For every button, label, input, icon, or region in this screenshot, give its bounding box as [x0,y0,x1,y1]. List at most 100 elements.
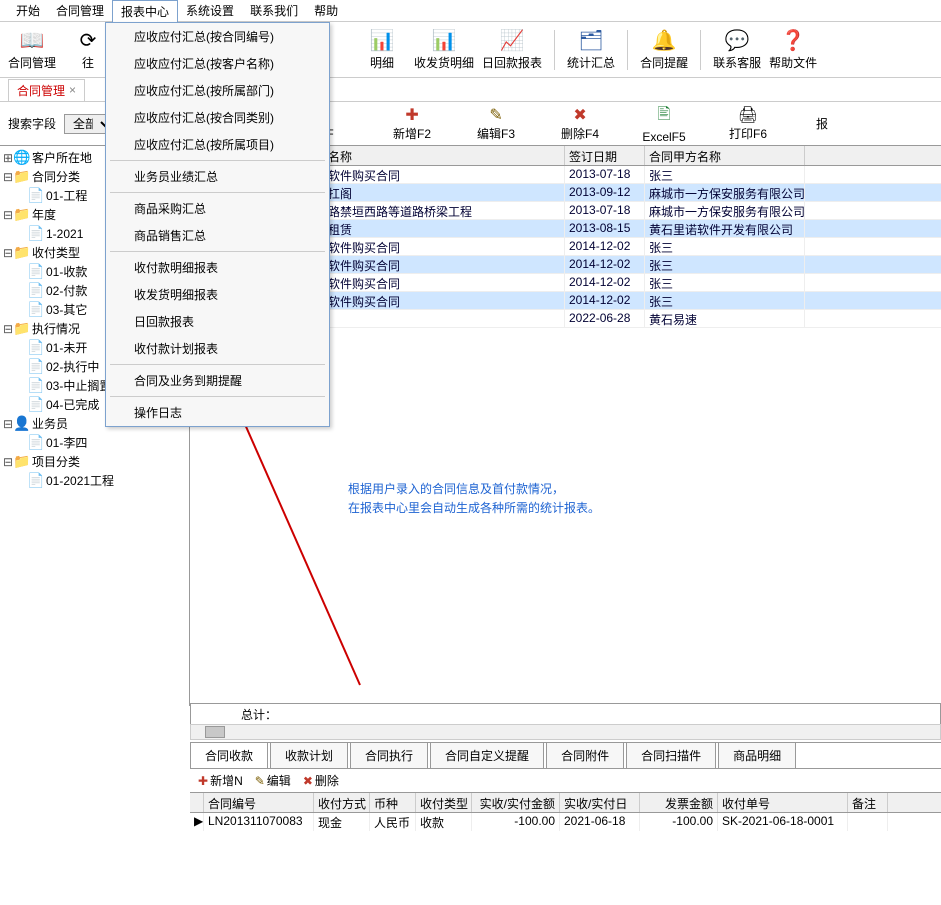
col-slip[interactable]: 收付单号 [718,793,848,812]
menu-item-purchase-sum[interactable]: 商品采购汇总 [106,195,329,222]
cell-party: 麻城市一方保安服务有限公司 [645,184,805,201]
edit-icon [489,105,502,125]
tree-label: 项目分类 [32,453,80,470]
edit-button[interactable]: 编辑F3 [468,104,524,144]
toolbar-separator [627,30,628,70]
menu-item-ar-by-project[interactable]: 应收应付汇总(按所属项目) [106,131,329,158]
menu-item-due-reminder[interactable]: 合同及业务到期提醒 [106,367,329,394]
tree-toggle-icon[interactable]: ⊟ [2,246,14,260]
menu-separator [110,251,325,252]
tree-toggle-icon[interactable]: ⊟ [2,170,14,184]
menu-contract[interactable]: 合同管理 [48,0,112,21]
bottom-panel: 合同收款收款计划合同执行合同自定义提醒合同附件合同扫描件商品明细 新增N 编辑 … [190,742,941,831]
bottom-tab[interactable]: 合同扫描件 [626,742,716,768]
menu-item-op-log[interactable]: 操作日志 [106,399,329,426]
button-label: ExcelF5 [642,130,685,144]
horizontal-scrollbar[interactable] [190,724,941,740]
cell-party: 张三 [645,292,805,309]
cell-date: 2014-12-02 [565,256,645,273]
bottom-tab[interactable]: 合同自定义提醒 [430,742,544,768]
scrollbar-thumb[interactable] [205,726,225,738]
col-party-a[interactable]: 合同甲方名称 [645,146,805,165]
tree-node[interactable]: 01-2021工程 [2,471,187,490]
col-pay-type[interactable]: 收付类型 [416,793,472,812]
menu-item-daily-receipt[interactable]: 日回款报表 [106,308,329,335]
help-icon [781,28,805,52]
report-button[interactable]: 报 [794,104,850,144]
col-contract-name[interactable]: 合同名称 [300,146,565,165]
menu-item-ar-by-customer[interactable]: 应收应付汇总(按客户名称) [106,50,329,77]
tree-node[interactable]: 01-李四 [2,433,187,452]
col-invoice[interactable]: 发票金额 [640,793,718,812]
menubar: 开始 合同管理 报表中心 系统设置 联系我们 帮助 [0,0,941,22]
toolbar-help[interactable]: 帮助文件 [769,26,817,74]
bottom-tab[interactable]: 合同收款 [190,742,268,768]
add-button[interactable]: 新增F2 [384,104,440,144]
menu-reports[interactable]: 报表中心 [112,0,178,22]
bottom-tab[interactable]: 合同附件 [546,742,624,768]
col-sign-date[interactable]: 签订日期 [565,146,645,165]
toolbar-summary[interactable]: 统计汇总 [567,26,615,74]
summary-icon [579,28,603,52]
menu-item-payment-detail[interactable]: 收付款明细报表 [106,254,329,281]
bottom-tab[interactable]: 合同执行 [350,742,428,768]
tab-contract-mgmt[interactable]: 合同管理 × [8,79,85,101]
col-marker[interactable] [190,793,204,812]
cell-note [848,813,888,831]
tree-node[interactable]: ⊟ 项目分类 [2,452,187,471]
menu-help[interactable]: 帮助 [306,0,346,21]
reports-dropdown: 应收应付汇总(按合同编号) 应收应付汇总(按客户名称) 应收应付汇总(按所属部门… [105,22,330,427]
menu-settings[interactable]: 系统设置 [178,0,242,21]
menu-item-payment-plan[interactable]: 收付款计划报表 [106,335,329,362]
toolbar-daily[interactable]: 日回款报表 [482,26,542,74]
col-pay-method[interactable]: 收付方式 [314,793,370,812]
col-amount[interactable]: 实收/实付金额 [472,793,560,812]
tree-label: 01-李四 [46,434,87,451]
bottom-tab[interactable]: 收款计划 [270,742,348,768]
delete-icon [573,105,586,125]
tree-toggle-icon[interactable]: ⊟ [2,322,14,336]
toolbar-detail[interactable]: 明细 [358,26,406,74]
bottom-tab[interactable]: 商品明细 [718,742,796,768]
print-button[interactable]: 打印F6 [720,104,776,144]
table-row[interactable]: ▶ LN201311070083 现金 人民币 收款 -100.00 2021-… [190,813,941,831]
tree-toggle-icon[interactable]: ⊟ [2,417,14,431]
cell-name: 送达 [300,310,565,327]
print-icon [738,105,758,125]
toolbar-reminder[interactable]: 合同提醒 [640,26,688,74]
doc-icon [28,301,44,318]
toolbar-label: 联系客服 [713,54,761,71]
menu-item-ar-by-contract[interactable]: 应收应付汇总(按合同编号) [106,23,329,50]
doc-icon [28,187,44,204]
menu-item-ar-by-dept[interactable]: 应收应付汇总(按所属部门) [106,77,329,104]
cell-type: 收款 [416,813,472,831]
tree-label: 收付类型 [32,244,80,261]
excel-button[interactable]: ExcelF5 [636,104,692,144]
bottom-add-button[interactable]: 新增N [198,772,243,789]
button-label: 编辑F3 [477,125,515,142]
cell-name: 易速软件购买合同 [300,238,565,255]
col-currency[interactable]: 币种 [370,793,416,812]
toolbar-shipment[interactable]: 收发货明细 [414,26,474,74]
bottom-delete-button[interactable]: 删除 [303,772,339,789]
col-note[interactable]: 备注 [848,793,888,812]
menu-item-sales-perf[interactable]: 业务员业绩汇总 [106,163,329,190]
menu-contact[interactable]: 联系我们 [242,0,306,21]
menu-item-ar-by-category[interactable]: 应收应付汇总(按合同类别) [106,104,329,131]
delete-button[interactable]: 删除F4 [552,104,608,144]
col-contract-id[interactable]: 合同编号 [204,793,314,812]
close-icon[interactable]: × [69,83,76,97]
toolbar-contract-mgmt[interactable]: 合同管理 [8,26,56,74]
tab-label: 合同管理 [17,82,65,99]
tree-toggle-icon[interactable]: ⊟ [2,455,14,469]
total-label: 总计： [241,706,277,723]
tree-toggle-icon[interactable]: ⊟ [2,208,14,222]
bottom-grid-header: 合同编号 收付方式 币种 收付类型 实收/实付金额 实收/实付日 发票金额 收付… [190,793,941,813]
bottom-edit-button[interactable]: 编辑 [255,772,291,789]
menu-start[interactable]: 开始 [8,0,48,21]
tree-toggle-icon[interactable]: ⊞ [2,151,14,165]
toolbar-support[interactable]: 联系客服 [713,26,761,74]
menu-item-sales-sum[interactable]: 商品销售汇总 [106,222,329,249]
col-pay-date[interactable]: 实收/实付日 [560,793,640,812]
menu-item-shipment-detail[interactable]: 收发货明细报表 [106,281,329,308]
